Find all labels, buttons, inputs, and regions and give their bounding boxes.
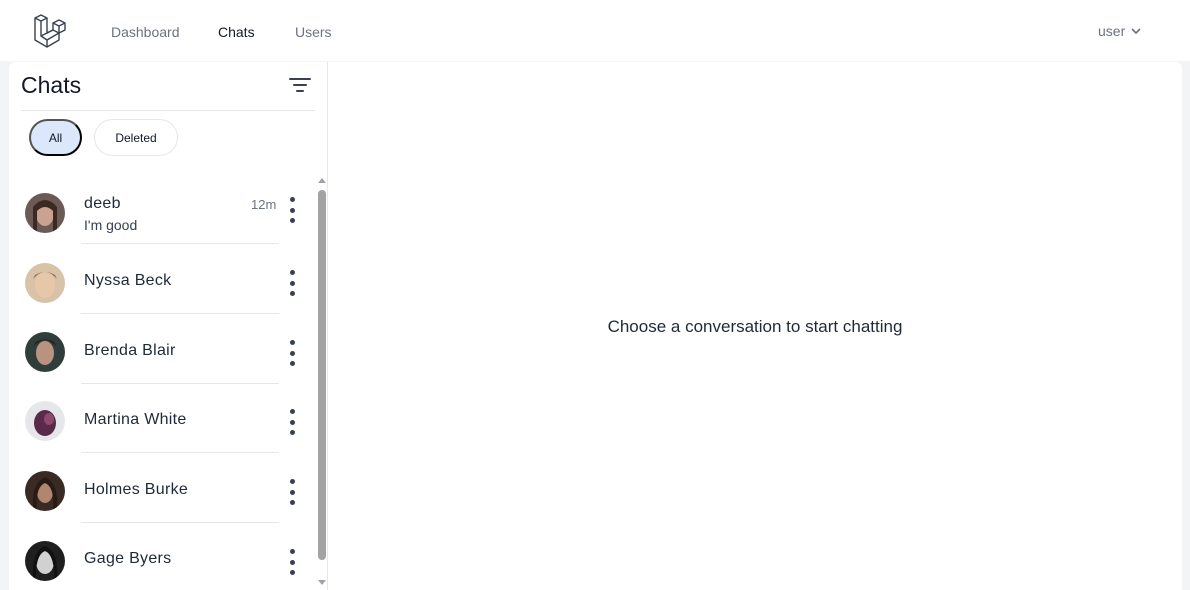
chat-name: Martina White [84, 411, 187, 428]
conversation-panel: Choose a conversation to start chatting [328, 62, 1182, 590]
chat-list-item[interactable]: Holmes Burke [9, 453, 315, 523]
chat-name: Gage Byers [84, 550, 172, 567]
user-name: user [1098, 23, 1126, 39]
nav-dashboard-link[interactable]: Dashboard [111, 24, 180, 40]
more-options-icon[interactable] [287, 549, 297, 575]
filter-icon[interactable] [289, 76, 311, 94]
chat-list-item[interactable]: Brenda Blair [9, 314, 315, 384]
chat-list: deeb I'm good 12m Nyssa Beck Brenda Blai… [9, 175, 315, 590]
chevron-down-icon [1131, 28, 1141, 35]
avatar [25, 193, 65, 233]
chat-list-item[interactable]: Gage Byers [9, 523, 315, 590]
scroll-up-arrow-icon[interactable] [318, 178, 326, 183]
chat-list-item[interactable]: deeb I'm good 12m [9, 175, 315, 245]
chat-list-item[interactable]: Martina White [9, 383, 315, 453]
chat-list-item[interactable]: Nyssa Beck [9, 244, 315, 314]
filter-deleted-button[interactable]: Deleted [94, 119, 178, 156]
laravel-logo-icon[interactable] [33, 13, 67, 49]
chat-name: Brenda Blair [84, 342, 176, 359]
avatar [25, 471, 65, 511]
avatar [25, 401, 65, 441]
nav-users-link[interactable]: Users [295, 24, 332, 40]
more-options-icon[interactable] [287, 340, 297, 366]
avatar [25, 541, 65, 581]
nav-chats-link[interactable]: Chats [218, 24, 255, 40]
chat-list-scrollbar[interactable] [315, 175, 327, 590]
chat-name: Holmes Burke [84, 481, 189, 498]
more-options-icon[interactable] [287, 197, 297, 223]
chat-time: 12m [251, 197, 277, 212]
avatar [25, 263, 65, 303]
chat-sidebar: Chats All Deleted deeb I'm good 12m Nyss… [9, 62, 328, 590]
user-menu[interactable]: user [1098, 23, 1141, 39]
sidebar-title: Chats [21, 72, 82, 98]
more-options-icon[interactable] [287, 479, 297, 505]
filter-all-button[interactable]: All [29, 119, 82, 156]
chat-preview: I'm good [84, 217, 138, 233]
chat-name: deeb [84, 195, 121, 212]
chat-name: Nyssa Beck [84, 272, 172, 289]
empty-state-message: Choose a conversation to start chatting [607, 317, 903, 336]
scroll-thumb[interactable] [318, 190, 326, 560]
avatar [25, 332, 65, 372]
top-navbar: Dashboard Chats Users user [0, 0, 1190, 62]
scroll-down-arrow-icon[interactable] [318, 580, 326, 585]
more-options-icon[interactable] [287, 409, 297, 435]
more-options-icon[interactable] [287, 270, 297, 296]
header-divider [21, 110, 315, 111]
